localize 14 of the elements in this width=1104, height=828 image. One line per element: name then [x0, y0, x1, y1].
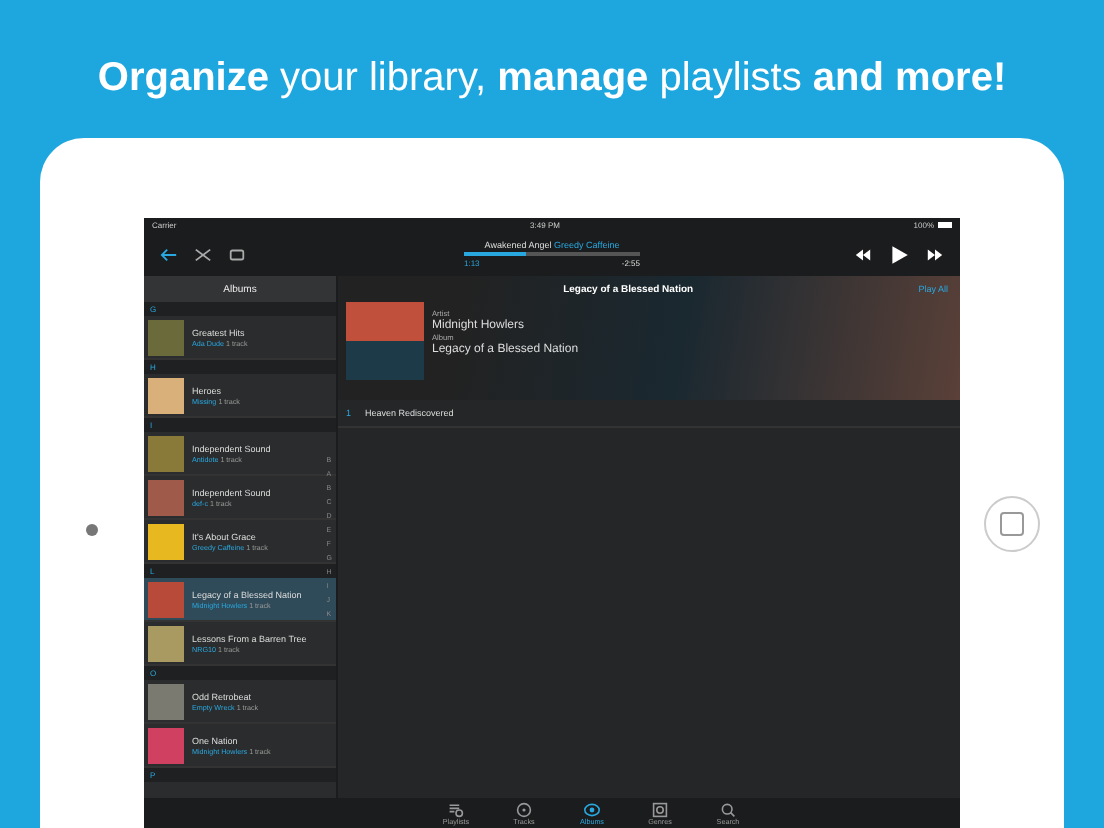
- camera-icon: [86, 524, 98, 536]
- home-button[interactable]: [984, 496, 1040, 552]
- search-icon: [720, 802, 736, 818]
- back-arrow-icon[interactable]: [160, 245, 178, 263]
- album-cover: [346, 302, 424, 380]
- battery-icon: [938, 222, 952, 228]
- disc-icon: [516, 802, 532, 818]
- list-icon: [448, 802, 464, 818]
- headline: Organize your library, manage playlists and more!: [97, 56, 1007, 102]
- play-icon[interactable]: [888, 243, 910, 265]
- fast-forward-icon[interactable]: [926, 245, 944, 263]
- speaker-icon: [652, 802, 668, 818]
- disc-icon: [584, 802, 600, 818]
- rewind-icon[interactable]: [854, 245, 872, 263]
